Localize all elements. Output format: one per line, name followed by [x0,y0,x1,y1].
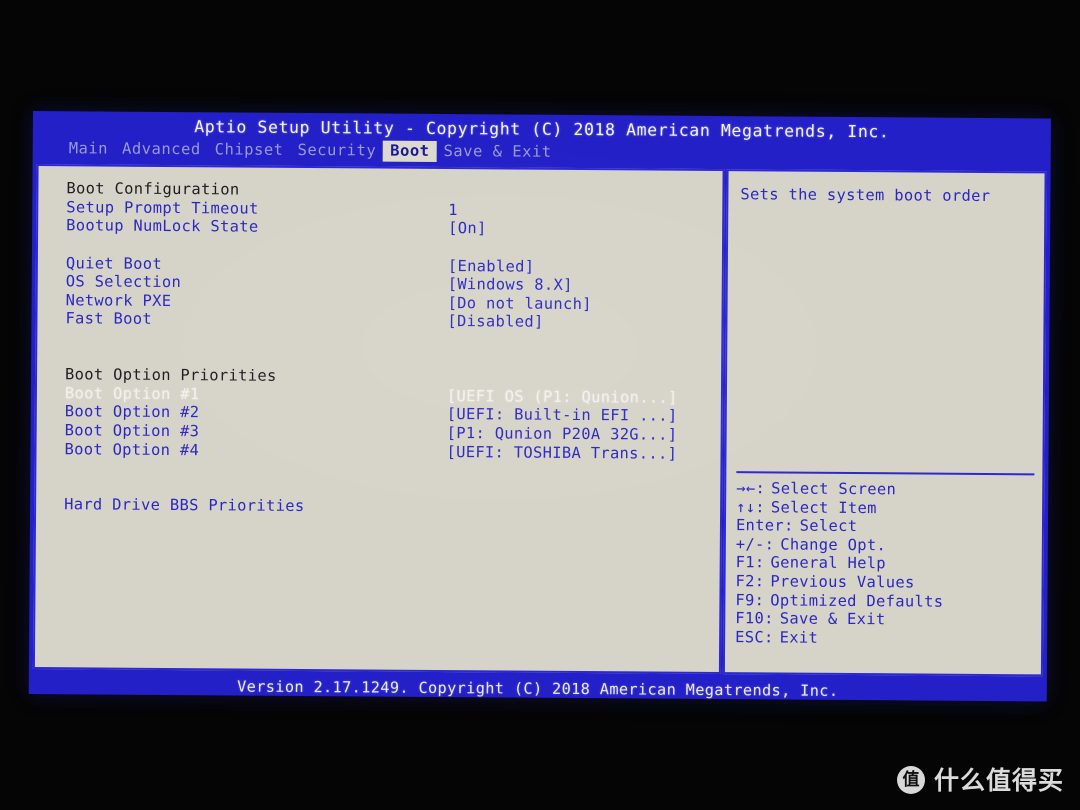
settings-row-hard-drive-bbs-priorities[interactable]: Hard Drive BBS Priorities [64,495,712,518]
settings-row-value[interactable]: [UEFI OS (P1: Qunion...] [447,387,678,407]
legend-separator: : [755,497,766,516]
legend-key: F1 [735,553,756,572]
legend-key: F10 [735,609,765,628]
legend-separator: : [784,516,794,535]
menu-tab-chipset[interactable]: Chipset [208,139,291,161]
settings-row-label: Boot Option Priorities [65,365,277,386]
photo-background: Aptio Setup Utility - Copyright (C) 2018… [0,0,1080,810]
legend-separator: : [763,628,774,647]
legend-row: Enter: Select [736,516,1036,537]
menu-tab-security[interactable]: Security [290,140,383,162]
legend-key: ↑↓ [736,497,756,516]
legend-description: Change Opt. [780,535,887,555]
legend-row: F9: Optimized Defaults [735,591,1035,612]
legend-description: Exit [779,628,819,647]
settings-row-value[interactable]: [P1: Qunion P20A 32G...] [447,424,678,444]
settings-row-value[interactable]: [UEFI: TOSHIBA Trans...] [446,443,677,463]
legend-row: F10: Save & Exit [735,609,1035,630]
menu-tab-advanced[interactable]: Advanced [115,139,208,161]
legend-separator: : [764,535,775,554]
settings-row-label: Network PXE [65,291,172,310]
legend-key: →← [736,479,756,498]
settings-list: Boot Configuration Setup Prompt Timeout 1 B… [64,179,714,518]
legend-key: F9 [735,590,755,609]
legend-row: ESC: Exit [735,628,1035,649]
legend-separator: : [764,609,774,628]
legend-description: Optimized Defaults [770,590,944,611]
version-copyright: Version 2.17.1249. Copyright (C) 2018 Am… [237,677,839,700]
watermark-logo-icon: 值 [896,766,925,794]
legend-description: Select [799,516,858,536]
settings-row-label: Boot Option #4 [64,439,200,459]
legend-key: +/- [735,534,765,554]
watermark: 值 什么值得买 [896,765,1064,795]
settings-row-value[interactable]: [Windows 8.X] [448,275,573,294]
help-panel: Sets the system boot order →←: Select Scr… [722,169,1047,677]
settings-row-label: Boot Option #1 [64,384,200,404]
legend-row: →←: Select Screen [736,479,1036,500]
key-legend: →←: Select Screen ↑↓: Select Item Enter: Sele… [735,479,1036,649]
settings-row-label: Fast Boot [65,309,153,329]
settings-row-value[interactable]: 1 [448,201,458,219]
settings-row-value[interactable]: [Do not launch] [448,294,592,313]
settings-row-label: Hard Drive BBS Priorities [64,495,305,516]
legend-description: Previous Values [770,572,915,592]
settings-row-value[interactable]: [UEFI: Built-in EFI ...] [447,405,678,425]
legend-key: Enter [735,516,785,535]
settings-row-label: Quiet Boot [65,253,163,273]
settings-row-label: Boot Option #3 [64,421,200,441]
legend-description: Select Screen [771,479,897,499]
menu-tab-boot[interactable]: Boot [383,140,437,162]
legend-separator: : [754,572,765,591]
settings-row-label: Bootup NumLock State [66,216,259,237]
help-text: Sets the system boot order [740,185,991,206]
legend-description: Save & Exit [779,609,886,629]
legend-separator: : [754,590,765,609]
legend-separator: : [755,479,766,498]
footer-bar: Version 2.17.1249. Copyright (C) 2018 Am… [29,675,1047,701]
settings-row-label: Boot Configuration [66,179,240,199]
watermark-label: 什么值得买 [933,765,1064,795]
settings-row-value[interactable]: [On] [448,220,487,238]
legend-separator: : [754,553,765,572]
page-title: Aptio Setup Utility - Copyright (C) 2018… [194,116,890,141]
bios-setup-screen: Aptio Setup Utility - Copyright (C) 2018… [28,111,1051,702]
menu-tab-main[interactable]: Main [62,138,115,159]
settings-row-value[interactable]: [Enabled] [448,257,535,276]
settings-panel: Boot Configuration Setup Prompt Timeout 1 B… [32,164,725,675]
settings-row-label: OS Selection [65,272,182,292]
legend-description: Select Item [770,498,877,517]
legend-row: +/-: Change Opt. [736,535,1036,556]
legend-row: F1: General Help [736,554,1036,575]
legend-row: F2: Previous Values [736,572,1036,593]
legend-key: ESC [735,627,765,647]
legend-row: ↑↓: Select Item [736,498,1036,519]
legend-description: General Help [770,553,887,573]
menu-tab-save-exit[interactable]: Save & Exit [436,141,558,163]
settings-row-label: Boot Option #2 [64,402,200,422]
legend-key: F2 [735,572,755,591]
settings-row-label: Setup Prompt Timeout [66,198,259,218]
legend-divider [736,471,1035,476]
settings-row-value[interactable]: [Disabled] [447,312,543,331]
